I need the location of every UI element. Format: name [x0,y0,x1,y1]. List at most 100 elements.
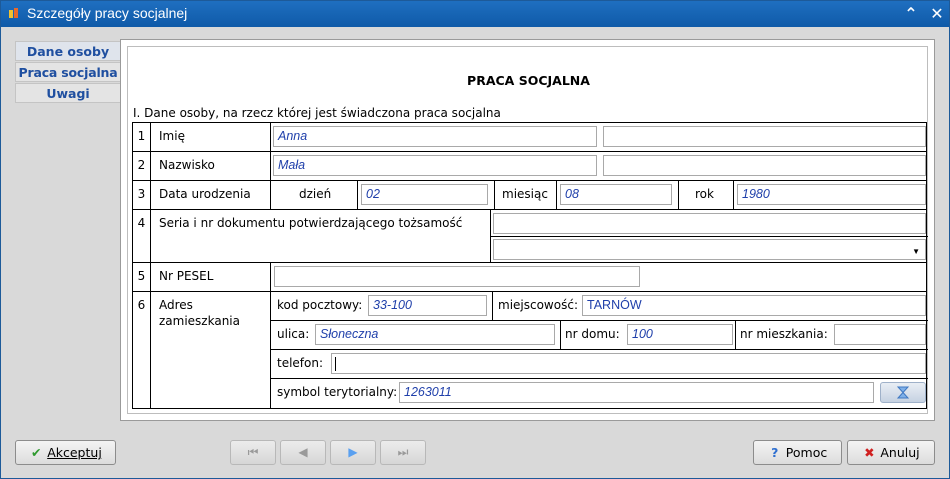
day-label: dzień [299,187,332,201]
content-panel: PRACA SOCJALNA I. Dane osoby, na rzecz k… [120,39,935,421]
second-name-input[interactable] [603,126,926,147]
divider [735,321,736,349]
collapse-icon[interactable]: ⌃ [901,4,921,24]
city-input[interactable]: TARNÓW [582,295,926,316]
hourglass-icon [896,386,910,399]
house-number-input[interactable]: 100 [627,324,733,345]
first-name-input[interactable]: Anna [273,126,597,147]
divider [271,378,928,379]
divider [270,292,271,408]
row-last-name: 2 Nazwisko Mała [133,152,926,181]
divider [271,320,928,321]
row-id-document: 4 Seria i nr dokumentu potwierdzającego … [133,210,928,263]
next-icon: ▶ [348,445,358,459]
year-label: rok [695,187,714,201]
birth-date-label: Data urodzenia [159,187,251,201]
row-number: 5 [133,263,151,291]
divider [556,181,557,209]
flat-number-input[interactable] [834,324,926,345]
row-number: 2 [133,152,151,180]
id-document-type-select[interactable]: ▼ [493,239,926,260]
help-button[interactable]: ? Pomoc [753,440,842,465]
phone-input[interactable] [331,353,926,374]
cancel-icon: ✖ [864,445,875,460]
first-icon: ⏮ [247,445,259,459]
form-heading: PRACA SOCJALNA [467,73,590,88]
postal-code-label: kod pocztowy: [277,298,363,312]
divider [270,123,271,151]
help-button-label: Pomoc [785,445,828,460]
city-label: miejscowość: [498,298,578,312]
previous-record-button[interactable]: ◀ [280,440,326,465]
divider [271,349,928,350]
checkmark-icon: ✔ [30,445,42,460]
first-record-button[interactable]: ⏮ [230,440,276,465]
territorial-symbol-label: symbol terytorialny: [277,385,398,399]
next-record-button[interactable]: ▶ [330,440,376,465]
flat-number-label: nr mieszkania: [740,327,828,341]
text-cursor [335,357,336,371]
cancel-button[interactable]: ✖ Anuluj [847,440,935,465]
pesel-input[interactable] [274,266,640,287]
last-record-button[interactable]: ⏭ [380,440,426,465]
dialog-window: Szczegóły pracy socjalnej ⌃ ✕ Dane osoby… [0,0,950,479]
id-document-label: Seria i nr dokumentu potwierdzającego to… [159,216,463,230]
last-name-extra-input[interactable] [603,155,926,176]
title-bar[interactable]: Szczegóły pracy socjalnej ⌃ ✕ [1,1,949,27]
month-label: miesiąc [502,187,548,201]
first-name-label: Imię [159,129,185,143]
row-number: 1 [133,123,151,151]
territorial-symbol-input[interactable]: 1263011 [399,382,874,403]
birth-day-input[interactable]: 02 [361,184,488,205]
phone-label: telefon: [277,356,324,370]
address-label-line1: Adres [159,298,193,312]
last-name-label: Nazwisko [159,158,215,172]
divider [494,181,495,209]
close-icon[interactable]: ✕ [927,4,947,24]
help-icon: ? [771,445,779,460]
street-label: ulica: [277,327,310,341]
row-number: 3 [133,181,151,209]
divider [560,321,561,349]
postal-code-input[interactable]: 33-100 [368,295,487,316]
previous-icon: ◀ [298,445,308,459]
id-document-number-input[interactable] [493,213,926,234]
button-bar: ✔ Akceptuj ⏮ ◀ ▶ ⏭ ? Pomoc ✖ Anuluj [1,431,949,479]
divider [678,181,679,209]
last-icon: ⏭ [397,445,409,459]
tab-uwagi[interactable]: Uwagi [15,83,121,103]
divider [357,181,358,209]
form-area: PRACA SOCJALNA I. Dane osoby, na rzecz k… [127,46,928,414]
divider [270,263,271,291]
window-title: Szczegóły pracy socjalnej [27,5,188,21]
divider [492,292,493,321]
dropdown-arrow-icon[interactable]: ▼ [912,244,920,259]
divider [270,152,271,180]
pesel-label: Nr PESEL [159,269,214,283]
birth-year-input[interactable]: 1980 [737,184,926,205]
row-address: 6 Adres zamieszkania kod pocztowy: 33-10… [133,292,928,408]
divider [491,236,928,237]
address-label-line2: zamieszkania [159,314,240,328]
street-input[interactable]: Słoneczna [315,324,555,345]
person-grid: 1 Imię Anna 2 Nazwisko Mała 3 Data urodz… [132,122,928,409]
cancel-button-label: Anuluj [880,445,920,460]
app-icon [9,8,18,18]
last-name-input[interactable]: Mała [273,155,597,176]
house-number-label: nr domu: [565,327,620,341]
birth-month-input[interactable]: 08 [560,184,672,205]
accept-button-label: Akceptuj [47,445,102,460]
section-title: I. Dane osoby, na rzecz której jest świa… [133,106,501,120]
row-first-name: 1 Imię Anna [133,123,926,152]
divider [733,181,734,209]
row-number: 6 [133,292,151,408]
row-number: 4 [133,210,151,262]
accept-button[interactable]: ✔ Akceptuj [15,440,116,465]
row-pesel: 5 Nr PESEL [133,263,926,292]
tab-praca-socjalna[interactable]: Praca socjalna [15,62,121,82]
row-birth-date: 3 Data urodzenia dzień 02 miesiąc 08 rok… [133,181,926,210]
tab-dane-osoby[interactable]: Dane osoby [15,41,121,61]
divider [270,181,271,209]
tab-list: Dane osoby Praca socjalna Uwagi [15,41,121,104]
territorial-symbol-picker-button[interactable] [880,382,926,403]
